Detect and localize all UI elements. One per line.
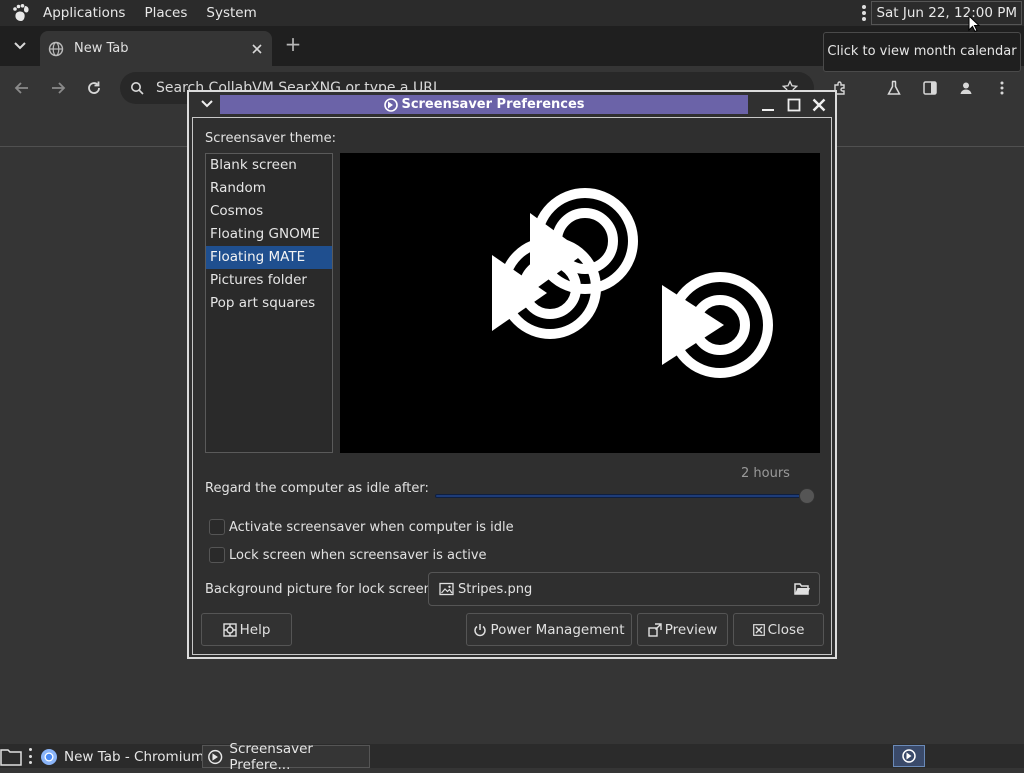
screensaver-preview: [340, 153, 820, 453]
close-x-icon: [752, 623, 765, 636]
lock-checkbox-label[interactable]: Lock screen when screensaver is active: [229, 548, 487, 563]
preview-button[interactable]: Preview: [637, 613, 728, 646]
close-button-label: Close: [767, 621, 805, 638]
power-icon: [474, 623, 487, 636]
theme-list[interactable]: Blank screen Random Cosmos Floating GNOME Fl…: [205, 153, 333, 453]
calendar-tooltip: Click to view month calendar: [823, 32, 1021, 72]
task-screensaver[interactable]: Screensaver Prefere...: [202, 741, 370, 773]
clock[interactable]: Sat Jun 22, 12:00 PM: [871, 1, 1022, 25]
gnome-foot-icon[interactable]: [10, 2, 32, 24]
show-desktop-icon[interactable]: [0, 746, 22, 766]
panel-right-area: Sat Jun 22, 12:00 PM: [861, 0, 1024, 26]
window-menu-chevron-icon[interactable]: [199, 96, 215, 112]
screensaver-dialog: Screensaver Preferences Screensaver them…: [187, 90, 837, 659]
chromium-icon: [41, 748, 57, 765]
maximize-icon[interactable]: [785, 96, 803, 114]
dialog-body: Screensaver theme: Blank screen Random Cos…: [192, 117, 832, 655]
profile-icon[interactable]: [954, 76, 978, 100]
panel-handle-icon[interactable]: [861, 5, 867, 21]
theme-item[interactable]: Floating GNOME: [206, 223, 332, 246]
theme-item[interactable]: Cosmos: [206, 200, 332, 223]
close-button[interactable]: Close: [733, 613, 824, 646]
menu-places[interactable]: Places: [136, 0, 195, 26]
fullscreen-icon: [648, 622, 662, 637]
bg-picture-chooser[interactable]: Stripes.png: [428, 572, 820, 606]
bg-picture-filename: Stripes.png: [458, 581, 533, 597]
bottom-taskbar: New Tab - Chromium Screensaver Prefere..…: [0, 741, 1024, 773]
idle-label: Regard the computer as idle after:: [205, 481, 429, 496]
taskbar-handle-icon[interactable]: [27, 748, 33, 764]
menu-system[interactable]: System: [198, 0, 264, 26]
title-band[interactable]: Screensaver Preferences: [220, 95, 748, 114]
side-panel-icon[interactable]: [918, 76, 942, 100]
theme-item[interactable]: Random: [206, 177, 332, 200]
search-icon: [131, 82, 144, 95]
close-window-icon[interactable]: [810, 96, 828, 114]
minimize-icon[interactable]: [759, 96, 777, 114]
image-file-icon: [439, 582, 454, 596]
preview-button-label: Preview: [664, 621, 718, 638]
idle-slider-track[interactable]: [435, 494, 807, 498]
task-chromium-label: New Tab - Chromium: [64, 748, 205, 765]
task-chromium[interactable]: New Tab - Chromium: [36, 745, 208, 768]
dialog-title: Screensaver Preferences: [401, 97, 585, 112]
theme-item[interactable]: Pictures folder: [206, 269, 332, 292]
labs-flask-icon[interactable]: [882, 76, 906, 100]
help-button[interactable]: Help: [201, 613, 292, 646]
floating-mate-logos: [492, 188, 773, 378]
tab-new-tab[interactable]: New Tab: [40, 31, 272, 66]
bg-picture-label: Background picture for lock screen:: [205, 582, 437, 597]
idle-slider-knob[interactable]: [799, 488, 815, 504]
theme-label: Screensaver theme:: [205, 131, 336, 146]
screensaver-task-icon: [208, 749, 223, 764]
back-arrow-icon[interactable]: [10, 76, 34, 100]
power-management-button-label: Power Management: [490, 621, 625, 638]
theme-item[interactable]: Floating MATE: [206, 246, 332, 269]
mouse-pointer-icon: [968, 15, 980, 33]
help-lifebuoy-icon: [222, 622, 237, 637]
help-button-label: Help: [239, 621, 271, 638]
tab-title: New Tab: [74, 41, 129, 56]
tab-search-chevron-icon[interactable]: [8, 36, 32, 56]
dialog-titlebar[interactable]: Screensaver Preferences: [189, 92, 835, 116]
idle-slider-value: 2 hours: [741, 466, 790, 481]
globe-icon: [48, 41, 64, 56]
workspace-switcher-icon[interactable]: [893, 745, 925, 767]
top-panel: Applications Places System Sat Jun 22, 1…: [0, 0, 1024, 26]
kebab-menu-icon[interactable]: [990, 76, 1014, 100]
dialog-frame: Screensaver Preferences Screensaver them…: [189, 92, 835, 657]
forward-arrow-icon[interactable]: [46, 76, 70, 100]
activate-checkbox-label[interactable]: Activate screensaver when computer is id…: [229, 520, 514, 535]
menu-applications[interactable]: Applications: [35, 0, 133, 26]
tab-close-icon[interactable]: [246, 38, 268, 60]
power-management-button[interactable]: Power Management: [466, 613, 632, 646]
theme-item[interactable]: Blank screen: [206, 154, 332, 177]
lock-checkbox[interactable]: [209, 547, 225, 563]
reload-icon[interactable]: [82, 76, 106, 100]
activate-checkbox[interactable]: [209, 519, 225, 535]
theme-item[interactable]: Pop art squares: [206, 292, 332, 315]
open-folder-icon[interactable]: [793, 580, 811, 598]
screensaver-app-icon: [384, 97, 399, 112]
new-tab-plus-icon[interactable]: +: [282, 34, 304, 56]
